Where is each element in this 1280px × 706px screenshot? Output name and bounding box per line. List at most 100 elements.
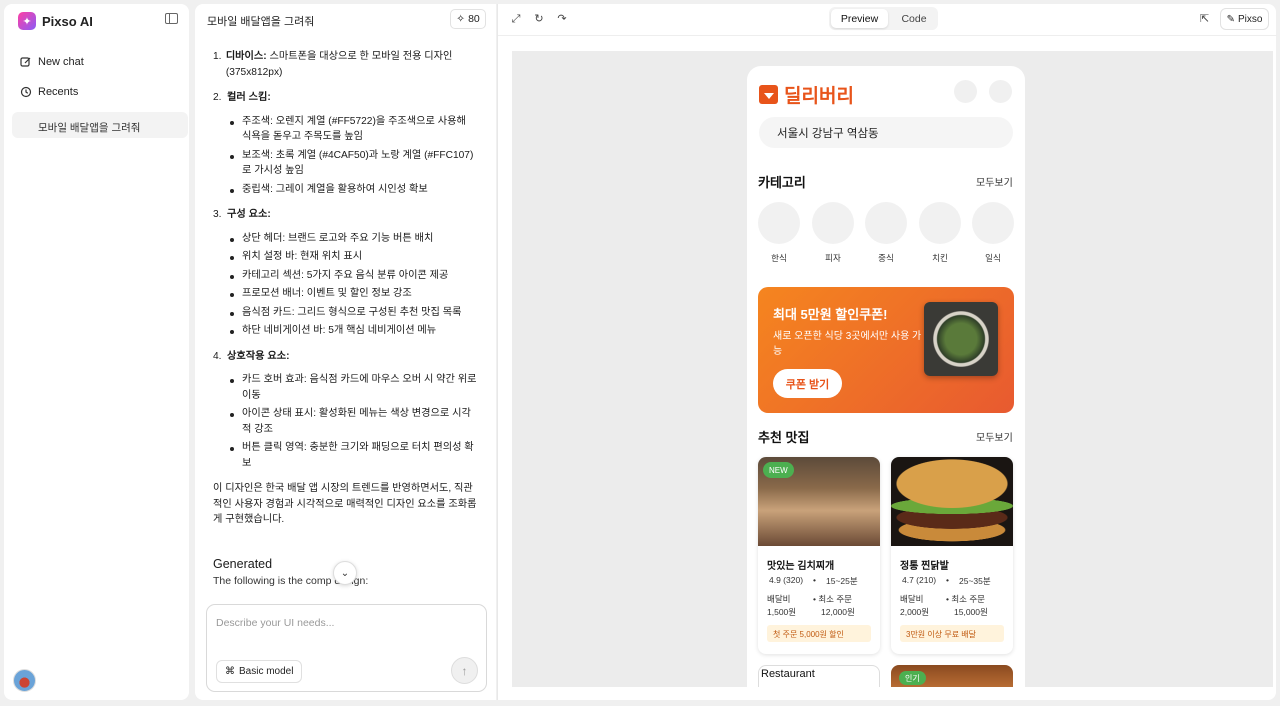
preview-toolbar: ⤢ ↻ ↷ Preview Code ⇱ ✎ Pixso: [498, 4, 1277, 36]
section-title: 컬러 스킴:: [227, 92, 271, 103]
sparkle-icon: ✧: [456, 13, 466, 25]
category-item[interactable]: 피자: [812, 202, 854, 264]
scroll-down-button[interactable]: ⌄: [333, 561, 357, 585]
restaurant-meta: 4.9 (320) • 15~25분: [769, 575, 858, 587]
location-bar[interactable]: 서울시 강남구 역삼동: [759, 117, 1013, 148]
pixso-label: Pixso: [1237, 13, 1263, 25]
section-title: 상호작용 요소:: [227, 350, 290, 362]
promo-subtitle: 새로 오픈한 식당 3곳에서만 사용 가능: [773, 331, 922, 357]
section-3: 3. 구성 요소: 상단 헤더: 브랜드 로고와 주요 기능 버튼 배치 위치 설…: [213, 207, 478, 339]
min-order-value: 12,000원: [821, 607, 855, 617]
recommended-title: 추천 맛집: [758, 430, 810, 445]
chat-panel: 모바일 배달앱을 그려줘 ✧ 80 1. 디바이스: 스마트폰을 대상으로 한 모…: [195, 4, 496, 700]
delivery-time: 15~25분: [826, 576, 858, 586]
restaurant-card[interactable]: 정통 찐닭발 4.7 (210) • 25~35분 배달비 2,000원 • 최소 주…: [891, 457, 1013, 654]
chat-title: 모바일 배달앱을 그려줘: [207, 16, 315, 28]
card-promo-tag: 3만원 이상 무료 배달: [900, 625, 1004, 642]
fee-value: 1,500원: [767, 607, 797, 617]
mobile-app-preview: 딜리버리 서울시 강남구 역삼동 카테고리 모두보기 한식 피자 중식 치킨 일…: [747, 66, 1025, 687]
promo-food-image: [924, 302, 998, 376]
notification-icon[interactable]: [954, 80, 977, 103]
app-name: Pixso AI: [42, 13, 93, 29]
section-number: 3.: [213, 209, 222, 220]
new-chat-label: New chat: [38, 56, 84, 68]
category-item[interactable]: 한식: [758, 202, 800, 264]
bullet-item: 버튼 클릭 영역: 충분한 크기와 패딩으로 터치 편의성 확보: [228, 440, 478, 471]
model-label: Basic model: [239, 666, 294, 677]
cart-icon[interactable]: [989, 80, 1012, 103]
category-icon: [865, 202, 907, 244]
min-order-label: 최소 주문: [951, 594, 985, 604]
recents-nav[interactable]: Recents: [20, 86, 78, 98]
section-title: 디바이스:: [225, 51, 267, 62]
user-avatar[interactable]: [13, 669, 36, 692]
redo-icon[interactable]: ↷: [556, 13, 568, 25]
category-item[interactable]: 일식: [972, 202, 1014, 264]
app-logo[interactable]: ✦ Pixso AI: [18, 12, 93, 30]
rating: 4.7 (210): [902, 575, 937, 585]
sidebar-toggle-icon[interactable]: [165, 13, 178, 24]
restaurant-image: [891, 457, 1013, 546]
prompt-input[interactable]: Describe your UI needs...: [216, 617, 334, 629]
section-number: 4.: [213, 350, 222, 362]
bullet-item: 음식점 카드: 그리드 형식으로 구성된 추천 맛집 목록: [228, 305, 478, 321]
generated-heading: Generated: [213, 557, 273, 571]
restaurant-card-partial[interactable]: 인기: [891, 665, 1013, 687]
category-label: 한식: [771, 253, 787, 263]
credits-badge[interactable]: ✧ 80: [450, 9, 486, 29]
brand-logo-icon: [759, 85, 778, 104]
popular-badge: 인기: [899, 671, 926, 685]
category-item[interactable]: 중식: [865, 202, 907, 264]
bullet-item: 상단 헤더: 브랜드 로고와 주요 기능 버튼 배치: [228, 231, 478, 247]
tab-preview[interactable]: Preview: [831, 9, 888, 28]
fee-label: 배달비: [900, 594, 924, 604]
refresh-icon[interactable]: ↻: [533, 13, 545, 25]
category-icon: [812, 202, 854, 244]
category-icon: [972, 202, 1014, 244]
chat-message: 1. 디바이스: 스마트폰을 대상으로 한 모바일 전용 디자인 (375x812…: [213, 49, 478, 528]
recommended-see-all[interactable]: 모두보기: [976, 429, 1013, 444]
prompt-composer[interactable]: Describe your UI needs... ⌘ Basic model …: [206, 604, 487, 692]
fee-value: 2,000원: [900, 607, 930, 617]
category-icon: [919, 202, 961, 244]
restaurant-name: 정통 찐닭발: [900, 561, 949, 572]
history-icon: [20, 86, 32, 98]
pencil-icon: ✎: [1226, 13, 1235, 25]
chevron-down-icon: ⌄: [340, 567, 350, 579]
separator-dot: •: [813, 575, 817, 585]
select-cursor-icon[interactable]: ⇱: [1200, 12, 1209, 25]
bullet-item: 아이콘 상태 표시: 활성화된 메뉴는 색상 변경으로 시각적 강조: [228, 406, 478, 437]
section-2: 2. 컬러 스킴: 주조색: 오렌지 계열 (#FF5722)을 주조색으로 사용…: [213, 90, 478, 197]
restaurant-card[interactable]: NEW 맛있는 김치찌개 4.9 (320) • 15~25분 배달비 1,500원 …: [758, 457, 880, 654]
expand-icon[interactable]: ⤢: [510, 13, 522, 25]
edit-icon: [20, 57, 31, 67]
bullet-item: 카드 호버 효과: 음식점 카드에 마우스 오버 시 약간 위로 이동: [228, 372, 478, 403]
section-1: 1. 디바이스: 스마트폰을 대상으로 한 모바일 전용 디자인 (375x812…: [213, 49, 478, 80]
delivery-time: 25~35분: [959, 576, 991, 586]
view-switcher: Preview Code: [829, 7, 938, 30]
tab-code[interactable]: Code: [892, 9, 936, 28]
get-coupon-button[interactable]: 쿠폰 받기: [773, 369, 842, 398]
recents-label: Recents: [38, 86, 79, 98]
restaurant-card-partial[interactable]: Restaurant: [758, 665, 880, 687]
category-title: 카테고리: [758, 175, 806, 190]
credits-count: 80: [468, 13, 480, 25]
section-title: 구성 요소:: [227, 209, 271, 220]
category-label: 중식: [878, 253, 894, 263]
min-order-value: 15,000원: [954, 607, 988, 617]
restaurant-meta: 4.7 (210) • 25~35분: [902, 575, 991, 587]
open-in-pixso-button[interactable]: ✎ Pixso: [1220, 8, 1269, 30]
sidebar: ✦ Pixso AI New chat Recents 모바일 배달앱을 그려줘: [4, 4, 189, 700]
send-button[interactable]: ↑: [451, 657, 478, 684]
arrow-up-icon: ↑: [461, 663, 468, 678]
promo-banner: 최대 5만원 할인쿠폰! 새로 오픈한 식당 3곳에서만 사용 가능 쿠폰 받기: [758, 287, 1014, 413]
rating: 4.9 (320): [769, 575, 804, 585]
model-selector[interactable]: ⌘ Basic model: [216, 660, 303, 683]
new-badge: NEW: [763, 462, 794, 478]
category-item[interactable]: 치킨: [919, 202, 961, 264]
category-label: 일식: [985, 253, 1001, 263]
recent-chat-item[interactable]: 모바일 배달앱을 그려줘: [12, 112, 188, 138]
category-label: 피자: [825, 253, 841, 263]
new-chat-button[interactable]: New chat: [20, 56, 84, 68]
category-see-all[interactable]: 모두보기: [976, 174, 1013, 189]
